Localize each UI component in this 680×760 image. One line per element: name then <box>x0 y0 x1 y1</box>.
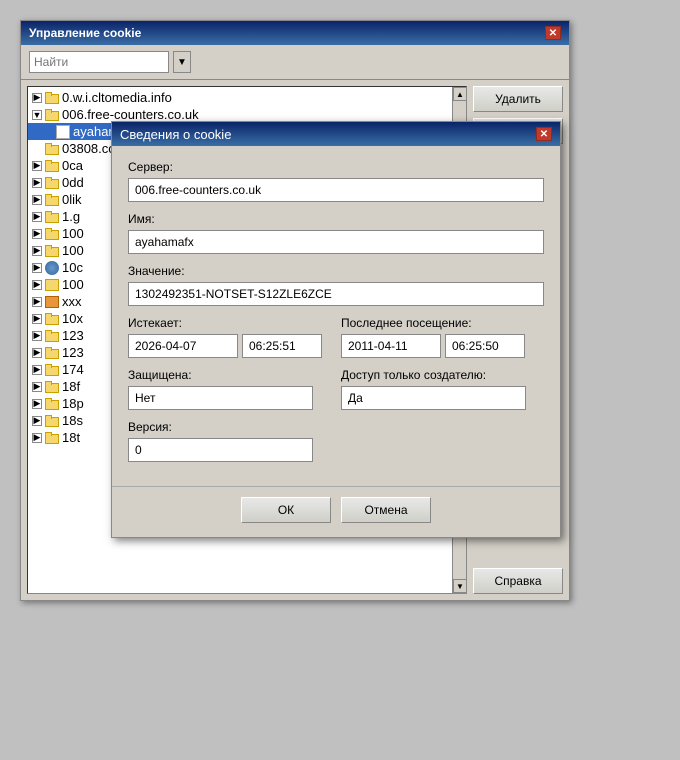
tree-item-label: 0ca <box>62 158 83 173</box>
tree-item-label: 18f <box>62 379 80 394</box>
tree-item-label: 1.g <box>62 209 80 224</box>
version-field[interactable] <box>128 438 313 462</box>
last-visit-label: Последнее посещение: <box>341 316 544 330</box>
expires-group: Истекает: <box>128 316 331 358</box>
tree-item-label: 123 <box>62 328 84 343</box>
creator-only-group: Доступ только создателю: <box>341 368 544 410</box>
protected-field[interactable] <box>128 386 313 410</box>
tree-item-label: 123 <box>62 345 84 360</box>
cancel-button[interactable]: Отмена <box>341 497 431 523</box>
tree-item-label: 0.w.i.cltomedia.info <box>62 90 172 105</box>
tree-item-label: 100 <box>62 226 84 241</box>
creator-only-label: Доступ только создателю: <box>341 368 544 382</box>
main-close-button[interactable]: ✕ <box>545 26 561 40</box>
toolbar: ▼ <box>21 45 569 80</box>
server-field[interactable] <box>128 178 544 202</box>
expand-icon[interactable]: ▼ <box>32 110 42 120</box>
expires-time-field[interactable] <box>242 334 322 358</box>
expand-icon[interactable]: ▶ <box>32 246 42 256</box>
expand-icon[interactable]: ▶ <box>32 297 42 307</box>
expires-date-field[interactable] <box>128 334 238 358</box>
name-label: Имя: <box>128 212 544 226</box>
date-row: Истекает: Последнее посещение: <box>128 316 544 358</box>
version-label: Версия: <box>128 420 544 434</box>
dialog-footer: ОК Отмена <box>112 486 560 537</box>
tree-item-label: 100 <box>62 277 84 292</box>
expires-label: Истекает: <box>128 316 331 330</box>
expand-icon[interactable]: ▶ <box>32 93 42 103</box>
tree-item-label: 0dd <box>62 175 84 190</box>
name-field[interactable] <box>128 230 544 254</box>
flags-row: Защищена: Доступ только создателю: <box>128 368 544 410</box>
expand-icon[interactable]: ▶ <box>32 331 42 341</box>
expand-icon[interactable]: ▶ <box>32 416 42 426</box>
value-field[interactable] <box>128 282 544 306</box>
tree-item-label: xxx <box>62 294 82 309</box>
tree-item-label: 18t <box>62 430 80 445</box>
main-titlebar: Управление cookie ✕ <box>21 21 569 45</box>
expand-icon[interactable]: ▶ <box>32 382 42 392</box>
expand-icon[interactable]: ▶ <box>32 280 42 290</box>
last-visit-time-field[interactable] <box>445 334 525 358</box>
tree-item-label: 10c <box>62 260 83 275</box>
main-title: Управление cookie <box>29 26 141 40</box>
expand-icon[interactable]: ▶ <box>32 212 42 222</box>
help-button[interactable]: Справка <box>473 568 563 594</box>
creator-only-field[interactable] <box>341 386 526 410</box>
expand-icon[interactable]: ▶ <box>32 178 42 188</box>
last-visit-group: Последнее посещение: <box>341 316 544 358</box>
expand-icon[interactable]: ▶ <box>32 229 42 239</box>
tree-item-label: 10x <box>62 311 83 326</box>
dialog-titlebar: Сведения о cookie ✕ <box>112 122 560 146</box>
expires-inputs <box>128 334 331 358</box>
expand-icon[interactable]: ▶ <box>32 195 42 205</box>
protected-group: Защищена: <box>128 368 331 410</box>
last-visit-inputs <box>341 334 544 358</box>
main-window: Управление cookie ✕ ▼ ▶ 0.w.i.cltomedia.… <box>20 20 570 601</box>
expand-icon[interactable]: ▶ <box>32 348 42 358</box>
tree-item-label: 18s <box>62 413 83 428</box>
expand-icon[interactable]: ▶ <box>32 314 42 324</box>
search-dropdown-button[interactable]: ▼ <box>173 51 191 73</box>
tree-item-label: 18p <box>62 396 84 411</box>
cookie-detail-dialog: Сведения о cookie ✕ Сервер: Имя: Значени… <box>111 121 561 538</box>
dialog-body: Сервер: Имя: Значение: Истекает: Последн… <box>112 146 560 486</box>
server-label: Сервер: <box>128 160 544 174</box>
expand-icon[interactable]: ▶ <box>32 365 42 375</box>
expand-icon[interactable]: ▶ <box>32 263 42 273</box>
tree-item-label: 100 <box>62 243 84 258</box>
tree-item-label: 174 <box>62 362 84 377</box>
expand-icon[interactable]: ▶ <box>32 399 42 409</box>
protected-label: Защищена: <box>128 368 331 382</box>
search-input[interactable] <box>29 51 169 73</box>
tree-item-label: 006.free-counters.co.uk <box>62 107 199 122</box>
scroll-up-button[interactable]: ▲ <box>453 87 467 101</box>
globe-icon <box>45 261 59 275</box>
delete-button[interactable]: Удалить <box>473 86 563 112</box>
value-label: Значение: <box>128 264 544 278</box>
last-visit-date-field[interactable] <box>341 334 441 358</box>
tree-item-label: 0lik <box>62 192 82 207</box>
expand-icon[interactable]: ▶ <box>32 161 42 171</box>
expand-icon[interactable]: ▶ <box>32 433 42 443</box>
dialog-close-button[interactable]: ✕ <box>536 127 552 141</box>
dialog-title: Сведения о cookie <box>120 127 231 142</box>
list-item[interactable]: ▶ 0.w.i.cltomedia.info <box>28 89 452 106</box>
scroll-down-button[interactable]: ▼ <box>453 579 467 593</box>
ok-button[interactable]: ОК <box>241 497 331 523</box>
